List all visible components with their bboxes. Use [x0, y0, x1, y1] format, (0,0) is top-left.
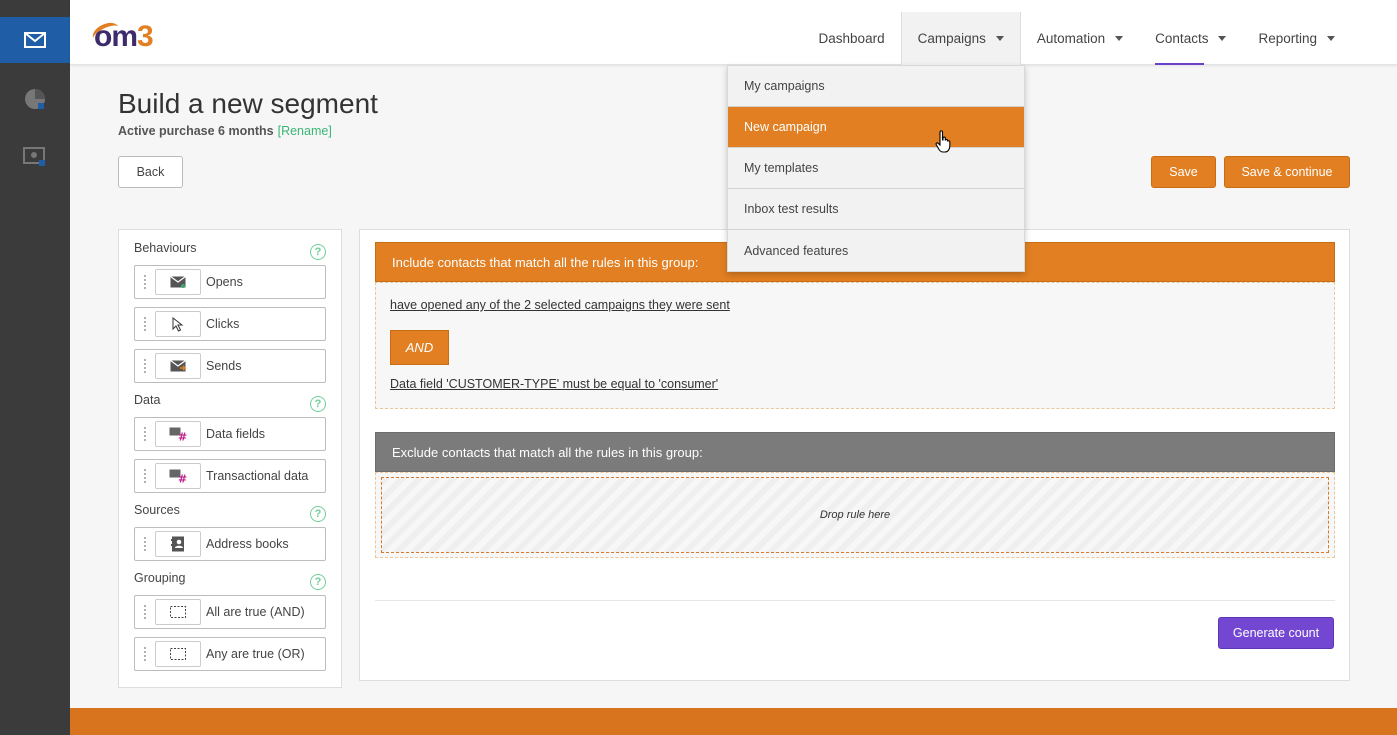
address-book-icon: [155, 531, 201, 557]
tile-clicks[interactable]: Clicks: [134, 307, 326, 341]
drop-rule-zone[interactable]: Drop rule here: [381, 477, 1329, 553]
tile-opens[interactable]: Opens: [134, 265, 326, 299]
tile-sends[interactable]: Sends: [134, 349, 326, 383]
svg-text:#: #: [178, 431, 187, 442]
caret-down-icon: [1327, 36, 1335, 41]
group-box-icon: [155, 641, 201, 667]
rule-palette: Behaviours ? Opens Clicks Sends Data ? #…: [118, 229, 342, 688]
rule-customer-type[interactable]: Data field 'CUSTOMER-TYPE' must be equal…: [390, 377, 718, 391]
exclude-group-header: Exclude contacts that match all the rule…: [375, 432, 1335, 472]
hand-pointer-cursor-icon: [935, 130, 951, 153]
section-heading-grouping: Grouping: [134, 571, 186, 585]
top-header: om3 Dashboard Campaigns Automation Conta…: [70, 0, 1397, 65]
menu-item-my-templates[interactable]: My templates: [728, 148, 1024, 189]
nav-campaigns[interactable]: Campaigns: [900, 12, 1021, 65]
drag-handle-icon[interactable]: [135, 460, 155, 492]
generate-count-button[interactable]: Generate count: [1218, 617, 1334, 649]
rail-reports-button[interactable]: [0, 76, 70, 122]
caret-down-icon: [1115, 36, 1124, 41]
drag-handle-icon[interactable]: [135, 266, 155, 298]
left-rail: [0, 0, 70, 735]
exclude-group-rules: Drop rule here: [375, 472, 1335, 558]
main-nav: Dashboard Campaigns Automation Contacts …: [803, 12, 1397, 65]
drag-handle-icon[interactable]: [135, 528, 155, 560]
caret-down-icon: [995, 36, 1004, 41]
nav-automation[interactable]: Automation: [1021, 12, 1139, 65]
envelope-send-icon: [155, 353, 201, 379]
divider: [375, 600, 1335, 601]
segment-builder: Include contacts that match all the rule…: [359, 229, 1350, 681]
back-button[interactable]: Back: [118, 156, 183, 188]
footer-bar: [70, 708, 1397, 735]
menu-item-new-campaign[interactable]: New campaign: [728, 107, 1024, 148]
tile-data-fields[interactable]: # Data fields: [134, 417, 326, 451]
drag-handle-icon[interactable]: [135, 350, 155, 382]
cursor-arrow-icon: [155, 311, 201, 337]
help-icon[interactable]: ?: [310, 396, 326, 412]
tile-transactional-data[interactable]: # Transactional data: [134, 459, 326, 493]
help-icon[interactable]: ?: [310, 574, 326, 590]
rule-opened-campaigns[interactable]: have opened any of the 2 selected campai…: [390, 298, 730, 312]
drag-handle-icon[interactable]: [135, 418, 155, 450]
drag-handle-icon[interactable]: [135, 596, 155, 628]
save-button[interactable]: Save: [1151, 156, 1216, 188]
tile-address-books[interactable]: Address books: [134, 527, 326, 561]
svg-text:#: #: [178, 473, 187, 484]
rail-email-button[interactable]: [0, 17, 70, 63]
include-group-rules[interactable]: have opened any of the 2 selected campai…: [375, 282, 1335, 409]
data-field-hash-icon: #: [155, 421, 201, 447]
help-icon[interactable]: ?: [310, 506, 326, 522]
and-operator-button[interactable]: AND: [390, 330, 449, 365]
save-and-continue-button[interactable]: Save & continue: [1224, 156, 1350, 188]
page-title: Build a new segment: [118, 88, 378, 119]
menu-item-my-campaigns[interactable]: My campaigns: [728, 66, 1024, 107]
section-heading-behaviours: Behaviours: [134, 241, 197, 255]
section-heading-data: Data: [134, 393, 161, 407]
tile-any-are-true-or[interactable]: Any are true (OR): [134, 637, 326, 671]
drag-handle-icon[interactable]: [135, 308, 155, 340]
drag-handle-icon[interactable]: [135, 638, 155, 670]
nav-reporting[interactable]: Reporting: [1242, 12, 1351, 65]
pie-chart-icon: [25, 89, 45, 109]
help-icon[interactable]: ?: [310, 244, 326, 260]
tile-all-are-true-and[interactable]: All are true (AND): [134, 595, 326, 629]
rename-link[interactable]: [Rename]: [278, 124, 332, 138]
transactional-hash-icon: #: [155, 463, 201, 489]
caret-down-icon: [1218, 36, 1227, 41]
menu-item-advanced-features[interactable]: Advanced features: [728, 230, 1024, 271]
menu-item-inbox-test-results[interactable]: Inbox test results: [728, 189, 1024, 230]
envelope-icon: [24, 32, 46, 48]
contacts-screen-icon: [23, 147, 45, 166]
envelope-open-icon: [155, 269, 201, 295]
group-box-icon: [155, 599, 201, 625]
om3-logo[interactable]: om3: [89, 18, 154, 54]
rail-contacts-button[interactable]: [0, 134, 70, 180]
campaigns-dropdown-menu: My campaigns New campaign My templates I…: [727, 65, 1025, 272]
section-heading-sources: Sources: [134, 503, 180, 517]
segment-name: Active purchase 6 months [Rename]: [118, 124, 332, 138]
nav-contacts[interactable]: Contacts: [1139, 12, 1242, 65]
nav-dashboard[interactable]: Dashboard: [803, 12, 901, 65]
